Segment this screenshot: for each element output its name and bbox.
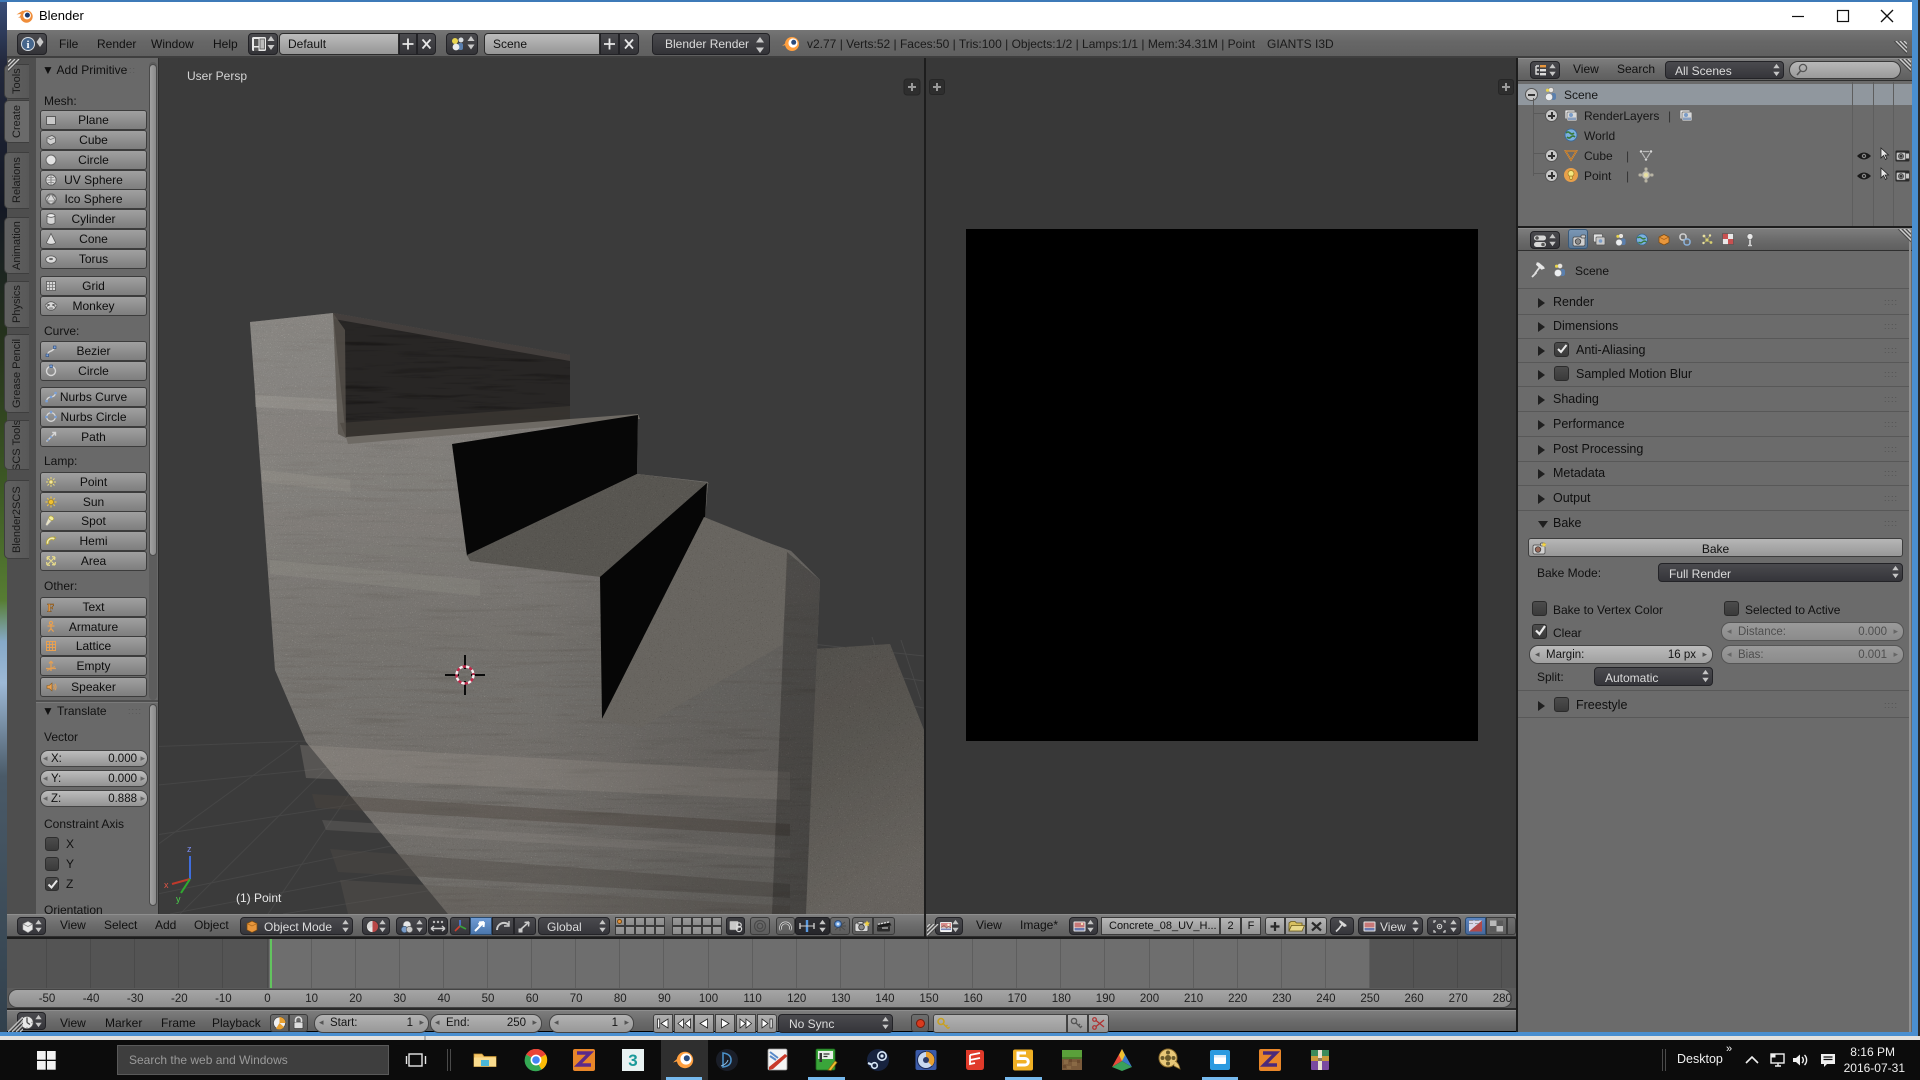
svg-text:(1) Point: (1) Point: [236, 891, 282, 905]
svg-text:User Persp: User Persp: [187, 69, 247, 83]
svg-text:y: y: [176, 894, 181, 904]
svg-text:F: F: [47, 601, 54, 615]
svg-text:i: i: [26, 39, 29, 51]
svg-text:3: 3: [628, 1051, 637, 1070]
svg-text:z: z: [187, 844, 192, 854]
svg-text:x: x: [164, 880, 169, 890]
